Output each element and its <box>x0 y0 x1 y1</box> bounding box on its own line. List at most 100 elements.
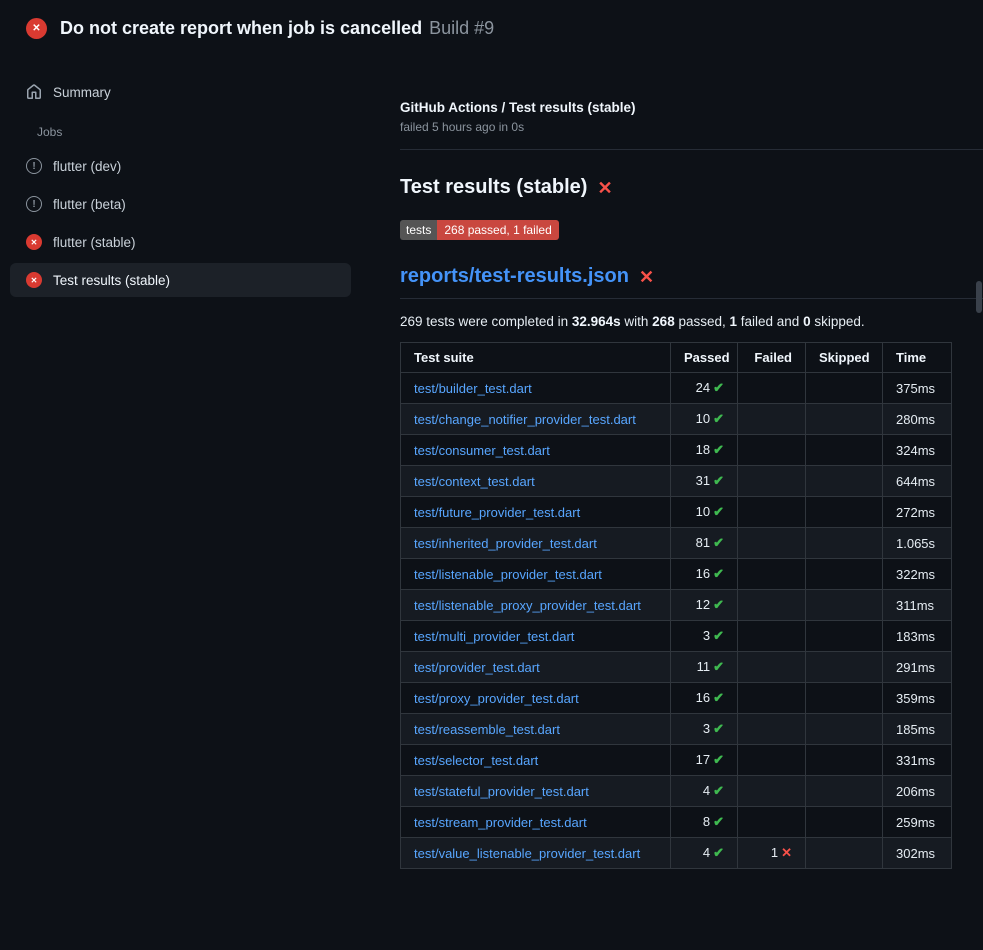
table-row: test/listenable_provider_test.dart16✔322… <box>401 559 952 590</box>
time-cell: 259ms <box>883 807 952 838</box>
x-icon: ✕ <box>781 845 792 860</box>
failed-cell <box>738 435 806 466</box>
suite-link[interactable]: test/builder_test.dart <box>414 381 532 396</box>
page-header: ✕ Do not create report when job is cance… <box>0 0 983 57</box>
suite-cell: test/future_provider_test.dart <box>401 497 671 528</box>
failed-cell <box>738 683 806 714</box>
check-icon: ✔ <box>713 504 724 519</box>
table-row: test/value_listenable_provider_test.dart… <box>401 838 952 869</box>
scrollbar-thumb[interactable] <box>976 281 982 313</box>
column-header-test-suite: Test suite <box>401 343 671 373</box>
neutral-status-icon: ! <box>26 196 42 212</box>
passed-cell-value: 17 <box>696 752 710 767</box>
failed-cell <box>738 776 806 807</box>
suite-cell: test/listenable_proxy_provider_test.dart <box>401 590 671 621</box>
suite-link[interactable]: test/context_test.dart <box>414 474 535 489</box>
check-icon: ✔ <box>713 442 724 457</box>
passed-cell: 24✔ <box>671 373 738 404</box>
sidebar: Summary Jobs !flutter (dev)!flutter (bet… <box>0 57 400 301</box>
suite-cell: test/proxy_provider_test.dart <box>401 683 671 714</box>
passed-cell-value: 10 <box>696 411 710 426</box>
summary-text: 269 tests were completed in 32.964s with… <box>400 314 983 329</box>
sidebar-item-job[interactable]: ✕Test results (stable) <box>10 263 351 297</box>
table-header-row: Test suitePassedFailedSkippedTime <box>401 343 952 373</box>
suite-link[interactable]: test/provider_test.dart <box>414 660 540 675</box>
failed-cell <box>738 590 806 621</box>
time-cell: 183ms <box>883 621 952 652</box>
failed-cell <box>738 807 806 838</box>
suite-cell: test/value_listenable_provider_test.dart <box>401 838 671 869</box>
time-cell: 375ms <box>883 373 952 404</box>
skipped-cell <box>806 404 883 435</box>
tests-badge-value: 268 passed, 1 failed <box>437 220 558 240</box>
sidebar-item-job[interactable]: ✕ flutter (stable) <box>10 225 351 259</box>
summary-skipped: 0 <box>803 314 811 329</box>
passed-cell: 11✔ <box>671 652 738 683</box>
suite-cell: test/reassemble_test.dart <box>401 714 671 745</box>
page-title: Do not create report when job is cancell… <box>60 18 422 38</box>
check-icon: ✔ <box>713 814 724 829</box>
table-row: test/listenable_proxy_provider_test.dart… <box>401 590 952 621</box>
suite-link[interactable]: test/listenable_provider_test.dart <box>414 567 602 582</box>
suite-link[interactable]: test/inherited_provider_test.dart <box>414 536 597 551</box>
failed-cell <box>738 714 806 745</box>
skipped-cell <box>806 621 883 652</box>
failed-cell <box>738 745 806 776</box>
suite-link[interactable]: test/consumer_test.dart <box>414 443 550 458</box>
sidebar-item-job[interactable]: !flutter (dev) <box>10 149 351 183</box>
table-row: test/stateful_provider_test.dart 4✔ 206ms <box>401 776 952 807</box>
suite-link[interactable]: test/change_notifier_provider_test.dart <box>414 412 636 427</box>
time-cell: 324ms <box>883 435 952 466</box>
section-title: Test results (stable) ✕ <box>400 176 983 199</box>
status-line: failed 5 hours ago in 0s <box>400 120 983 134</box>
suite-link[interactable]: test/selector_test.dart <box>414 753 538 768</box>
table-row: test/consumer_test.dart18✔324ms <box>401 435 952 466</box>
failed-cell <box>738 652 806 683</box>
time-cell: 311ms <box>883 590 952 621</box>
suite-link[interactable]: test/stateful_provider_test.dart <box>414 784 589 799</box>
tests-badge-label: tests <box>400 220 437 240</box>
skipped-cell <box>806 590 883 621</box>
suite-cell: test/selector_test.dart <box>401 745 671 776</box>
report-heading: reports/test-results.json ✕ <box>400 265 983 299</box>
suite-link[interactable]: test/proxy_provider_test.dart <box>414 691 579 706</box>
suite-link[interactable]: test/stream_provider_test.dart <box>414 815 587 830</box>
check-icon: ✔ <box>713 690 724 705</box>
check-icon: ✔ <box>713 380 724 395</box>
passed-cell-value: 81 <box>696 535 710 550</box>
check-icon: ✔ <box>713 473 724 488</box>
passed-cell-value: 16 <box>696 690 710 705</box>
suite-link[interactable]: test/listenable_proxy_provider_test.dart <box>414 598 641 613</box>
sidebar-item-summary[interactable]: Summary <box>10 75 351 109</box>
suite-link[interactable]: test/value_listenable_provider_test.dart <box>414 846 640 861</box>
table-row: test/proxy_provider_test.dart16✔359ms <box>401 683 952 714</box>
summary-failed: 1 <box>730 314 738 329</box>
sidebar-item-label: Summary <box>53 85 111 100</box>
divider <box>400 149 983 150</box>
suite-link[interactable]: test/future_provider_test.dart <box>414 505 580 520</box>
passed-cell-value: 4 <box>703 783 710 798</box>
time-cell: 280ms <box>883 404 952 435</box>
suite-link[interactable]: test/reassemble_test.dart <box>414 722 560 737</box>
build-number: Build #9 <box>429 18 494 38</box>
passed-cell: 4✔ <box>671 838 738 869</box>
time-cell: 185ms <box>883 714 952 745</box>
suite-link[interactable]: test/multi_provider_test.dart <box>414 629 574 644</box>
failed-status-icon: ✕ <box>26 234 42 250</box>
neutral-status-icon: ! <box>26 158 42 174</box>
time-cell: 206ms <box>883 776 952 807</box>
report-link[interactable]: reports/test-results.json <box>400 265 629 288</box>
time-cell: 331ms <box>883 745 952 776</box>
failed-cell-value: 1 <box>771 845 778 860</box>
table-row: test/change_notifier_provider_test.dart 1… <box>401 404 952 435</box>
failed-cell <box>738 528 806 559</box>
skipped-cell <box>806 435 883 466</box>
column-header-time: Time <box>883 343 952 373</box>
check-icon: ✔ <box>713 783 724 798</box>
table-row: test/builder_test.dart 24✔ 375ms <box>401 373 952 404</box>
sidebar-item-label: flutter (stable) <box>53 235 136 250</box>
breadcrumb: GitHub Actions / Test results (stable) <box>400 100 983 115</box>
sidebar-item-job[interactable]: !flutter (beta) <box>10 187 351 221</box>
time-cell: 322ms <box>883 559 952 590</box>
passed-cell-value: 3 <box>703 721 710 736</box>
